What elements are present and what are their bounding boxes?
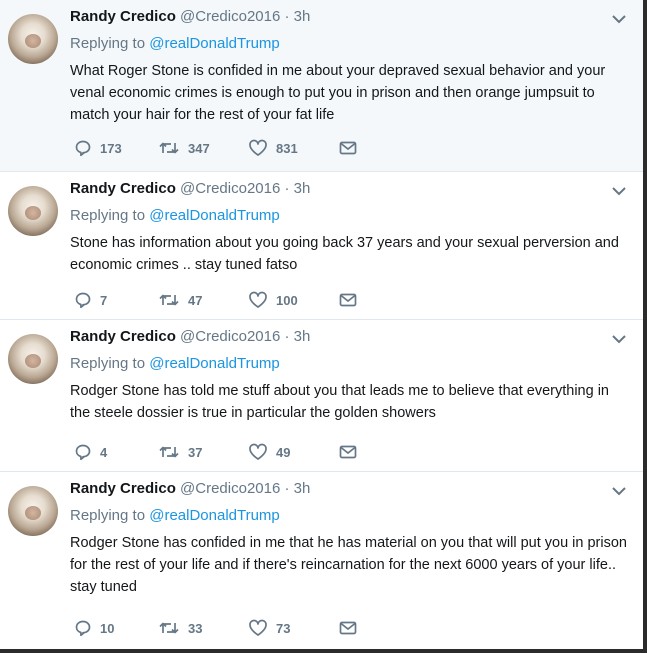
reply-button[interactable]: 173 [74,138,122,158]
chevron-down-icon[interactable] [609,484,629,498]
heart-icon [249,619,267,636]
reply-count: 10 [100,620,115,636]
heart-icon [249,291,267,308]
reply-icon [75,444,91,461]
like-count: 831 [276,140,298,156]
retweet-icon [159,142,179,154]
retweet-icon [159,446,179,458]
like-button[interactable]: 831 [248,138,298,158]
author-name[interactable]: Randy Credico [70,8,176,25]
chevron-down-icon[interactable] [609,12,629,26]
avatar[interactable] [8,186,58,236]
tweet-header: Randy Credico @Credico2016 · 3h [70,180,310,197]
reply-icon [75,620,91,637]
reply-button[interactable]: 7 [74,290,107,310]
dm-button[interactable] [338,290,358,310]
tweet-time[interactable]: · 3h [285,480,311,497]
like-button[interactable]: 49 [248,442,290,462]
tweet-time[interactable]: · 3h [285,180,311,197]
tweet-text: Stone has information about you going ba… [70,235,619,273]
chevron-down-icon[interactable] [609,332,629,346]
replying-to: Replying to @realDonaldTrump [70,355,280,372]
retweet-button[interactable]: 347 [158,138,210,158]
avatar[interactable] [8,486,58,536]
retweet-count: 33 [188,620,203,636]
like-button[interactable]: 100 [248,290,298,310]
envelope-icon [339,445,357,459]
dm-button[interactable] [338,442,358,462]
retweet-icon [159,294,179,306]
chevron-down-icon[interactable] [609,184,629,198]
tweet[interactable]: Randy Credico @Credico2016 · 3h Replying… [0,472,643,649]
tweet-header: Randy Credico @Credico2016 · 3h [70,480,310,497]
heart-icon [249,443,267,460]
mention-link[interactable]: @realDonaldTrump [149,507,280,524]
like-button[interactable]: 73 [248,618,290,638]
avatar[interactable] [8,14,58,64]
like-count: 100 [276,292,298,308]
replying-to: Replying to @realDonaldTrump [70,207,280,224]
envelope-icon [339,293,357,307]
tweet-header: Randy Credico @Credico2016 · 3h [70,8,310,25]
envelope-icon [339,141,357,155]
mention-link[interactable]: @realDonaldTrump [149,355,280,372]
retweet-count: 47 [188,292,203,308]
author-handle[interactable]: @Credico2016 [180,8,280,25]
retweet-icon [159,622,179,634]
timeline: Randy Credico @Credico2016 · 3h Replying… [0,0,643,649]
replying-to: Replying to @realDonaldTrump [70,35,280,52]
tweet-time[interactable]: · 3h [285,328,311,345]
reply-button[interactable]: 4 [74,442,107,462]
dm-button[interactable] [338,138,358,158]
mention-link[interactable]: @realDonaldTrump [149,35,280,52]
reply-count: 7 [100,292,108,308]
author-handle[interactable]: @Credico2016 [180,328,280,345]
reply-button[interactable]: 10 [74,618,114,638]
tweet-text: Rodger Stone has told me stuff about you… [70,383,609,421]
author-handle[interactable]: @Credico2016 [180,180,280,197]
author-name[interactable]: Randy Credico [70,480,176,497]
tweet-time[interactable]: · 3h [285,8,311,25]
replying-to-label: Replying to [70,207,150,224]
reply-count: 4 [100,444,108,460]
replying-to-label: Replying to [70,35,150,52]
retweet-button[interactable]: 33 [158,618,202,638]
tweet[interactable]: Randy Credico @Credico2016 · 3h Replying… [0,320,643,472]
tweet-text: Rodger Stone has confided in me that he … [70,535,627,595]
mention-link[interactable]: @realDonaldTrump [149,207,280,224]
retweet-count: 37 [188,444,203,460]
retweet-button[interactable]: 37 [158,442,202,462]
like-count: 49 [276,444,291,460]
author-name[interactable]: Randy Credico [70,180,176,197]
envelope-icon [339,621,357,635]
tweet-text: What Roger Stone is confided in me about… [70,63,606,123]
dm-button[interactable] [338,618,358,638]
heart-icon [249,139,267,156]
author-name[interactable]: Randy Credico [70,328,176,345]
author-handle[interactable]: @Credico2016 [180,480,280,497]
avatar[interactable] [8,334,58,384]
replying-to-label: Replying to [70,355,150,372]
like-count: 73 [276,620,291,636]
reply-count: 173 [100,140,122,156]
replying-to: Replying to @realDonaldTrump [70,507,280,524]
reply-icon [75,140,91,157]
replying-to-label: Replying to [70,507,150,524]
tweet-header: Randy Credico @Credico2016 · 3h [70,328,310,345]
retweet-button[interactable]: 47 [158,290,202,310]
tweet[interactable]: Randy Credico @Credico2016 · 3h Replying… [0,172,643,320]
retweet-count: 347 [188,140,210,156]
reply-icon [75,292,91,309]
tweet[interactable]: Randy Credico @Credico2016 · 3h Replying… [0,0,643,172]
